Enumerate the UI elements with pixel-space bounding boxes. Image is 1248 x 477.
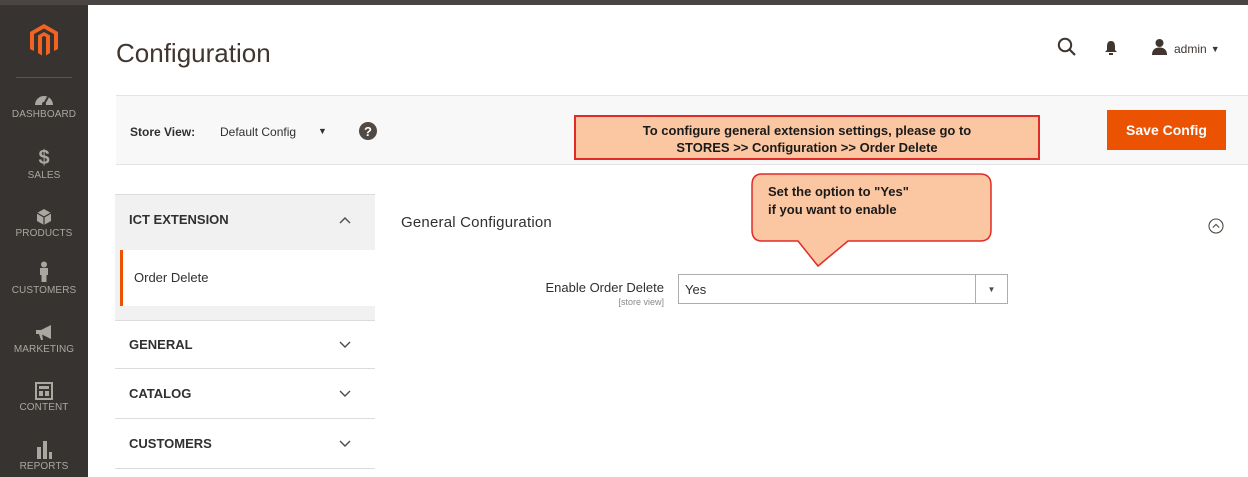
store-view-label: Store View: xyxy=(130,125,196,139)
chevron-up-icon xyxy=(339,211,351,229)
dollar-icon: $ xyxy=(38,147,50,169)
tab-general[interactable]: GENERAL xyxy=(115,320,375,369)
sidebar-item-label: PRODUCTS xyxy=(15,228,73,239)
dashboard-icon xyxy=(34,85,54,107)
bubble-line-1: Set the option to "Yes" xyxy=(768,184,909,199)
top-border xyxy=(0,0,1248,5)
instruction-line-2: STORES >> Configuration >> Order Delete xyxy=(676,140,938,155)
admin-sidebar: DASHBOARD $ SALES PRODUCTS CUSTOMERS MAR… xyxy=(0,5,88,477)
collapse-icon[interactable] xyxy=(1208,218,1224,239)
store-view-switcher[interactable]: Default Config xyxy=(220,125,296,139)
chevron-down-icon xyxy=(339,336,351,354)
bar-chart-icon xyxy=(35,437,53,459)
enable-order-delete-select[interactable]: Yes ▼ xyxy=(678,274,1008,304)
bell-icon[interactable] xyxy=(1104,40,1118,61)
chevron-down-icon xyxy=(339,385,351,403)
speech-bubble-callout: Set the option to "Yes" if you want to e… xyxy=(750,172,994,268)
sidebar-item-label: DASHBOARD xyxy=(11,109,77,120)
layout-icon xyxy=(35,378,53,400)
bubble-line-2: if you want to enable xyxy=(768,202,897,217)
cube-icon xyxy=(36,204,52,226)
search-icon[interactable] xyxy=(1057,37,1077,62)
sidebar-item-label: CUSTOMERS xyxy=(11,285,77,296)
sidebar-item-label: REPORTS xyxy=(19,461,69,472)
logo-divider xyxy=(16,77,72,78)
tab-label: CATALOG xyxy=(129,386,192,401)
magento-logo-icon[interactable] xyxy=(0,5,88,75)
sidebar-item-reports[interactable]: REPORTS xyxy=(0,437,88,472)
instruction-line-1: To configure general extension settings,… xyxy=(642,123,972,138)
sidebar-item-marketing[interactable]: MARKETING xyxy=(0,320,88,355)
tab-label: CUSTOMERS xyxy=(129,436,212,451)
user-menu[interactable]: admin ▼ xyxy=(1151,38,1220,60)
select-value: Yes xyxy=(685,282,707,297)
chevron-down-icon xyxy=(339,435,351,453)
section-title[interactable]: General Configuration xyxy=(401,214,552,231)
tab-item-order-delete[interactable]: Order Delete xyxy=(120,250,375,306)
help-icon[interactable]: ? xyxy=(359,122,377,140)
sidebar-item-label: CONTENT xyxy=(19,402,69,413)
sidebar-item-label: SALES xyxy=(27,170,61,181)
page-title: Configuration xyxy=(116,38,271,68)
person-icon xyxy=(37,261,51,283)
tab-ict-extension[interactable]: ICT EXTENSION xyxy=(115,194,375,244)
field-scope-label: [store view] xyxy=(618,297,664,307)
sidebar-item-sales[interactable]: $ SALES xyxy=(0,146,88,181)
instruction-callout: To configure general extension settings,… xyxy=(574,115,1040,160)
sidebar-item-products[interactable]: PRODUCTS xyxy=(0,204,88,239)
tab-customers[interactable]: CUSTOMERS xyxy=(115,419,375,469)
sidebar-item-label: MARKETING xyxy=(13,344,75,355)
sidebar-item-content[interactable]: CONTENT xyxy=(0,378,88,413)
megaphone-icon xyxy=(34,320,54,342)
chevron-down-icon[interactable]: ▼ xyxy=(975,275,1007,303)
tab-label: ICT EXTENSION xyxy=(129,212,229,227)
user-icon xyxy=(1151,38,1168,60)
sidebar-item-customers[interactable]: CUSTOMERS xyxy=(0,261,88,296)
chevron-down-icon[interactable]: ▼ xyxy=(318,126,327,136)
chevron-down-icon: ▼ xyxy=(1210,44,1220,54)
sidebar-item-dashboard[interactable]: DASHBOARD xyxy=(0,85,88,120)
tab-catalog[interactable]: CATALOG xyxy=(115,369,375,419)
field-label: Enable Order Delete xyxy=(545,280,664,295)
tab-label: GENERAL xyxy=(129,337,193,352)
save-config-button[interactable]: Save Config xyxy=(1107,110,1226,150)
tab-item-label: Order Delete xyxy=(134,270,209,285)
user-name: admin xyxy=(1174,42,1207,56)
